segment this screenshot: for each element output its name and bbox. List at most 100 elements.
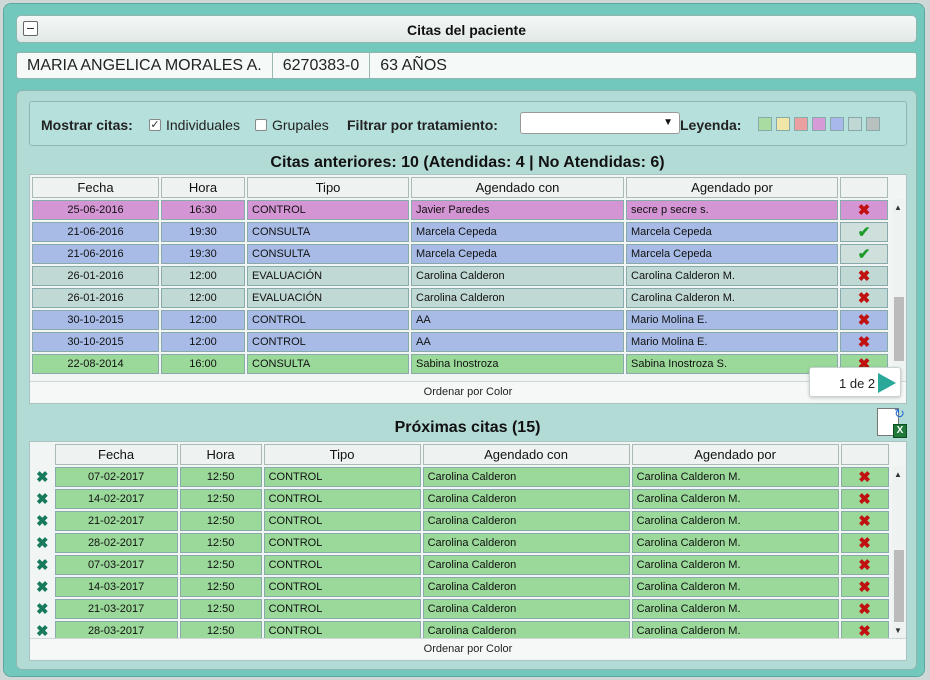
delete-appointment-cell: ✖ [32,555,53,575]
not-attended-icon: ✖ [857,202,871,219]
column-header[interactable]: Fecha [32,177,159,198]
past-sort-by-color-button[interactable]: Ordenar por Color [30,381,906,402]
scheduled-with-cell: Carolina Calderon [411,288,624,308]
column-header[interactable]: Fecha [54,444,178,465]
column-header[interactable]: Agendado con [422,444,630,465]
delete-icon[interactable]: ✖ [36,513,49,530]
type-cell: CONTROL [263,533,421,553]
delete-icon[interactable]: ✖ [36,469,49,486]
date-cell: 21-06-2016 [32,222,159,242]
table-row[interactable]: ✖ 21-03-2017 12:50 CONTROL Carolina Calderon… [32,599,889,619]
column-header[interactable]: Hora [179,444,262,465]
table-row[interactable]: ✖ 14-02-2017 12:50 CONTROL Carolina Calderon… [32,489,889,509]
legend-label: Leyenda: [680,117,742,133]
table-row[interactable]: ✖ 07-02-2017 12:50 CONTROL Carolina Calderon… [32,467,889,487]
group-checkbox[interactable]: Grupales [255,117,329,133]
time-cell: 12:50 [179,599,262,619]
upcoming-sort-by-color-button[interactable]: Ordenar por Color [30,638,906,659]
scheduled-by-cell: secre p secre s. [626,200,838,220]
time-cell: 12:50 [179,489,262,509]
cancel-icon[interactable]: ✖ [858,601,871,618]
date-cell: 21-02-2017 [54,511,178,531]
column-header[interactable]: Agendado por [631,444,839,465]
table-row[interactable]: 30-10-2015 12:00 CONTROL AA Mario Molina E. ✖ [32,332,888,352]
upcoming-appointments-table: Fecha Hora Tipo Agendado con Agendado por ✖ 0… [30,442,891,638]
table-row[interactable]: 30-10-2015 12:00 CONTROL AA Mario Molina E. ✖ [32,310,888,330]
time-cell: 16:00 [161,354,245,374]
cancel-cell: ✖ [840,599,889,619]
patient-info-bar: MARIA ANGELICA MORALES A. 6270383-0 63 A… [16,52,917,79]
scroll-up-icon[interactable]: ▲ [894,470,902,479]
column-header[interactable]: Hora [161,177,245,198]
delete-icon[interactable]: ✖ [36,579,49,596]
past-scrollbar-thumb[interactable] [894,297,904,361]
table-row[interactable]: 25-06-2016 16:30 CONTROL Javier Paredes secr… [32,200,888,220]
table-row[interactable]: 21-06-2016 19:30 CONSULTA Marcela Cepeda Mar… [32,222,888,242]
table-row[interactable]: 26-01-2016 12:00 EVALUACIÓN Carolina Calder… [32,266,888,286]
column-header[interactable] [840,444,889,465]
cancel-icon[interactable]: ✖ [858,579,871,596]
time-cell: 12:50 [179,577,262,597]
export-excel-icon[interactable]: ↻ X [877,406,907,438]
chevron-down-icon: ▼ [663,117,673,128]
table-row[interactable]: ✖ 07-03-2017 12:50 CONTROL Carolina Calderon… [32,555,889,575]
upcoming-scrollbar-thumb[interactable] [894,550,904,622]
table-row[interactable]: 22-08-2014 16:00 CONSULTA Sabina Inostroza S… [32,354,888,374]
type-cell: CONSULTA [247,222,409,242]
time-cell: 12:00 [161,266,245,286]
delete-appointment-cell: ✖ [32,577,53,597]
individual-checkbox[interactable]: ✓ Individuales [149,117,240,133]
treatment-filter-label: Filtrar por tratamiento: [347,117,498,133]
type-cell: CONTROL [247,200,409,220]
cancel-icon[interactable]: ✖ [858,623,871,638]
column-header[interactable]: Agendado por [626,177,838,198]
appointments-panel: Mostrar citas: ✓ Individuales Grupales F… [16,90,917,670]
individual-checkbox-box[interactable]: ✓ [149,119,161,131]
past-scrollbar[interactable]: ▲ [892,199,906,381]
time-cell: 12:50 [179,533,262,553]
next-page-icon[interactable] [878,373,896,393]
cancel-icon[interactable]: ✖ [858,557,871,574]
column-header[interactable]: Tipo [247,177,409,198]
table-row[interactable]: ✖ 28-03-2017 12:50 CONTROL Carolina Calderon… [32,621,889,638]
pager-text: 1 de 2 [839,376,876,391]
scheduled-by-cell: Mario Molina E. [626,332,838,352]
scheduled-with-cell: Carolina Calderon [422,511,630,531]
delete-icon[interactable]: ✖ [36,491,49,508]
cancel-icon[interactable]: ✖ [858,513,871,530]
table-row[interactable]: ✖ 28-02-2017 12:50 CONTROL Carolina Calderon… [32,533,889,553]
status-cell: ✔ [840,222,888,242]
table-row[interactable]: ✖ 14-03-2017 12:50 CONTROL Carolina Calderon… [32,577,889,597]
show-appointments-label: Mostrar citas: [41,117,133,133]
cancel-icon[interactable]: ✖ [858,469,871,486]
filter-bar: Mostrar citas: ✓ Individuales Grupales F… [29,101,907,146]
delete-icon[interactable]: ✖ [36,535,49,552]
date-cell: 07-02-2017 [54,467,178,487]
not-attended-icon: ✖ [857,268,871,285]
individual-label: Individuales [166,117,240,133]
scheduled-with-cell: Carolina Calderon [422,621,630,638]
scroll-up-icon[interactable]: ▲ [894,203,902,212]
past-appointments-table: Fecha Hora Tipo Agendado con Agendado por 25… [30,175,890,376]
delete-icon[interactable]: ✖ [36,623,49,638]
delete-icon[interactable]: ✖ [36,557,49,574]
table-row[interactable]: ✖ 21-02-2017 12:50 CONTROL Carolina Calderon… [32,511,889,531]
table-row[interactable]: 21-06-2016 19:30 CONSULTA Marcela Cepeda Mar… [32,244,888,264]
type-cell: CONTROL [247,332,409,352]
column-header[interactable]: Tipo [263,444,421,465]
group-checkbox-box[interactable] [255,119,267,131]
treatment-filter-select[interactable]: ▼ [520,112,680,134]
scroll-down-icon[interactable]: ▼ [894,626,902,635]
patient-age: 63 AÑOS [380,57,447,74]
table-row[interactable]: 26-01-2016 12:00 EVALUACIÓN Carolina Calder… [32,288,888,308]
cancel-icon[interactable]: ✖ [858,535,871,552]
refresh-arrow-icon: ↻ [894,406,905,421]
delete-appointment-cell: ✖ [32,489,53,509]
upcoming-scrollbar[interactable]: ▲ ▼ [892,466,906,638]
patient-appointments-dialog: Citas del paciente MARIA ANGELICA MORALE… [3,3,925,677]
column-header[interactable] [840,177,888,198]
scheduled-with-cell: Sabina Inostroza [411,354,624,374]
delete-icon[interactable]: ✖ [36,601,49,618]
cancel-icon[interactable]: ✖ [858,491,871,508]
column-header[interactable]: Agendado con [411,177,624,198]
